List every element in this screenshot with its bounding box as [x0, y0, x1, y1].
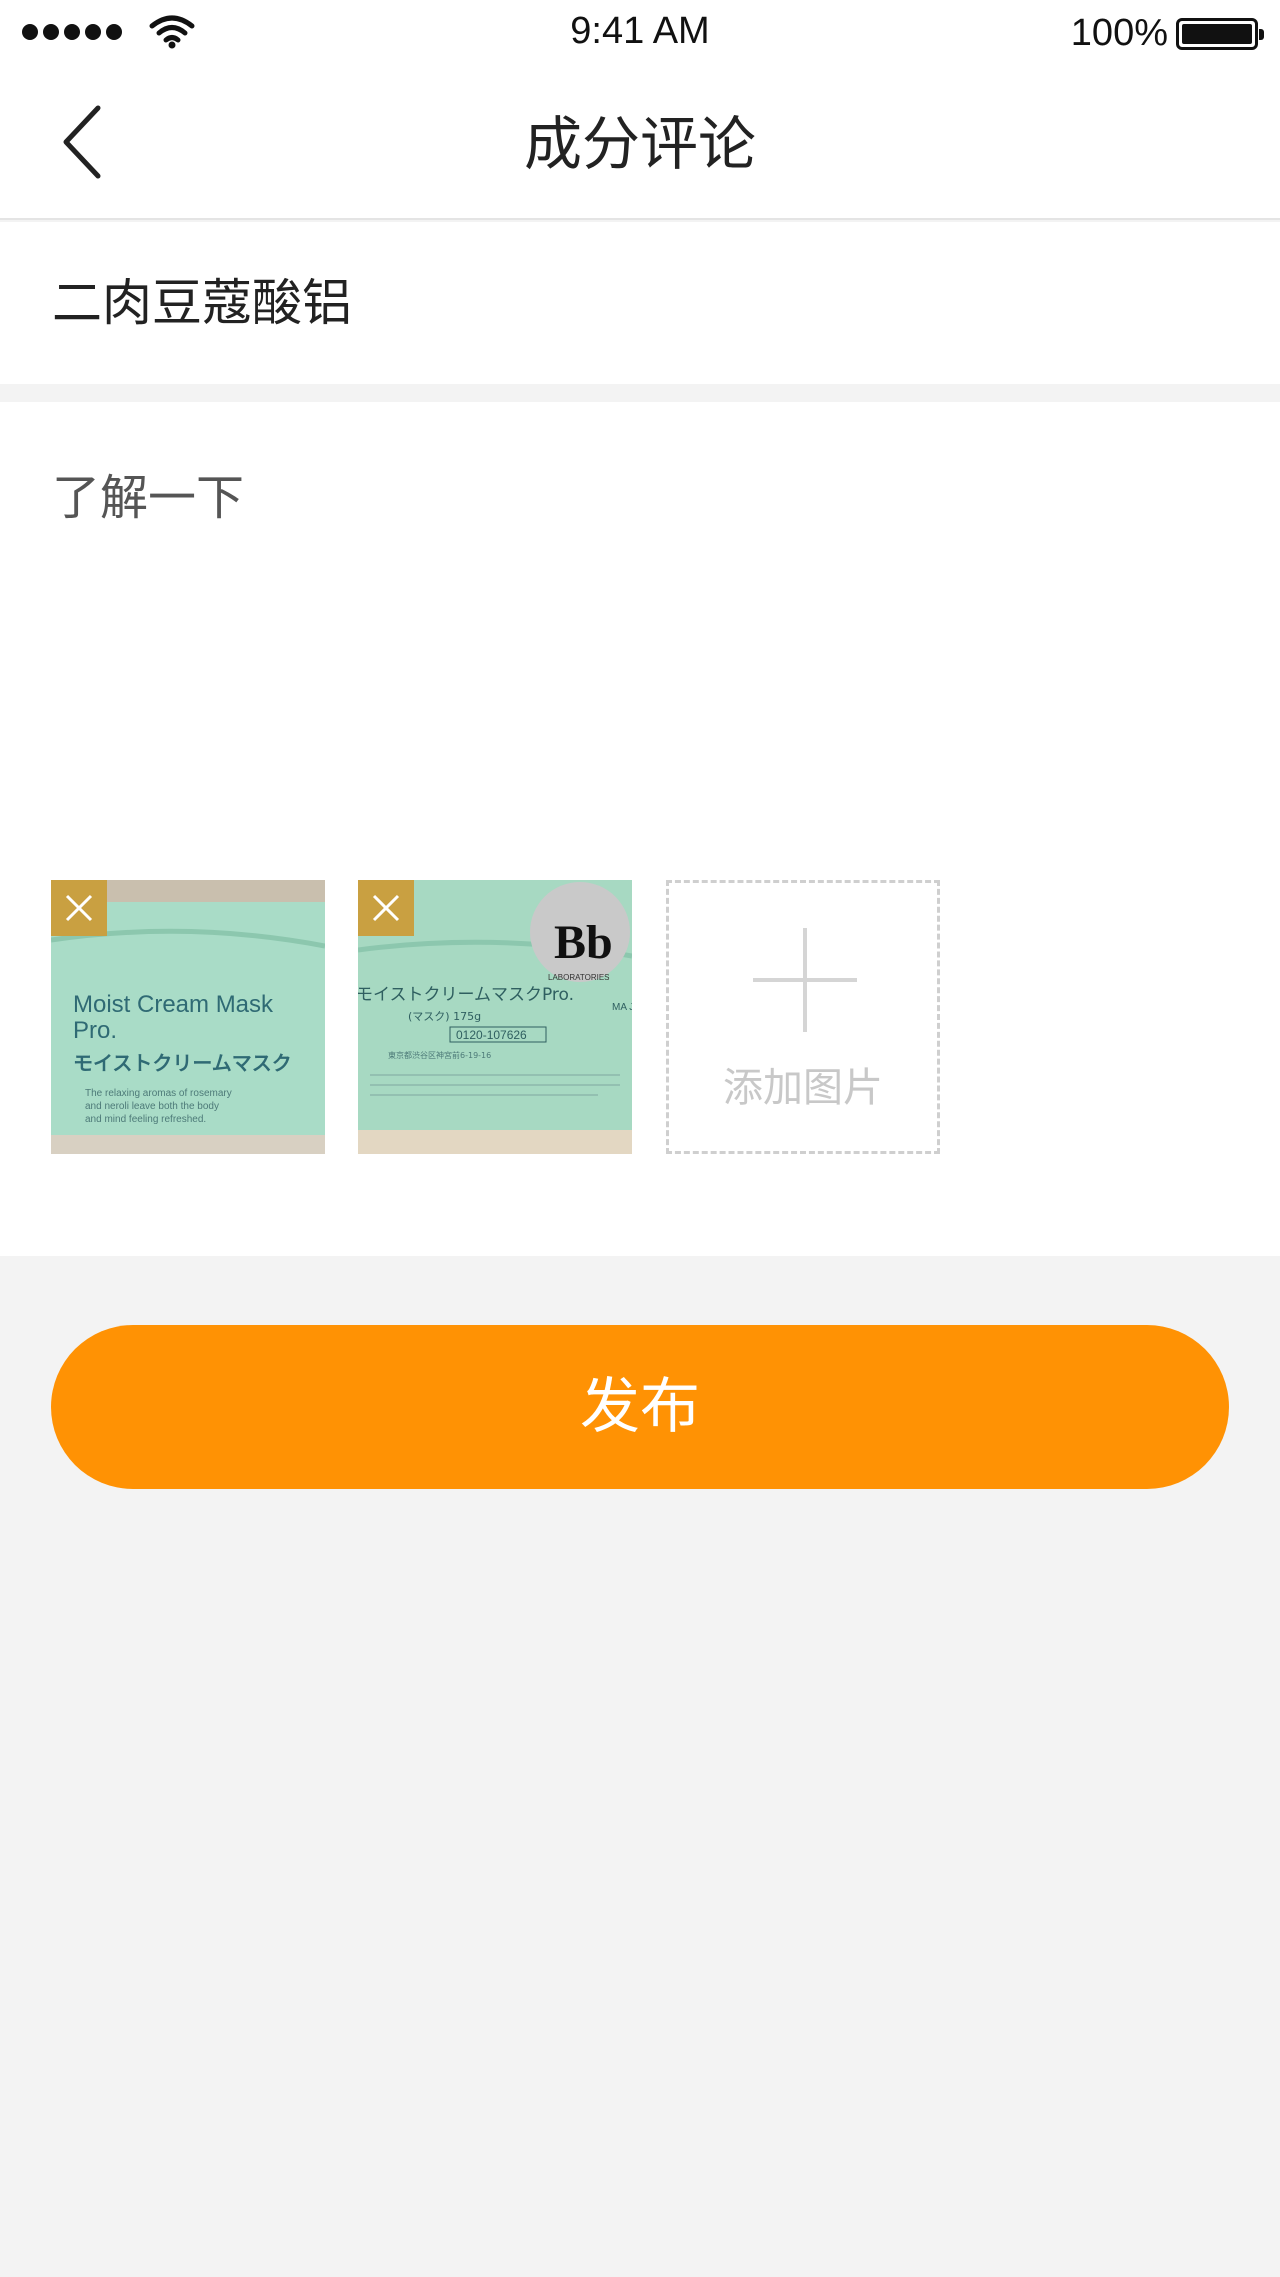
page-title: 成分评论	[523, 110, 756, 178]
publish-button[interactable]: 发布	[51, 1325, 1229, 1489]
ingredient-name: 二肉豆蔻酸铝	[52, 274, 352, 332]
photo-label-text: and mind feeling refreshed.	[85, 1114, 206, 1125]
ingredient-header: 二肉豆蔻酸铝	[0, 222, 1280, 384]
close-icon	[65, 894, 93, 922]
photo-label-text: MA JAPA	[612, 1002, 632, 1013]
status-bar: 9:41 AM 100%	[0, 0, 1280, 68]
add-photo-label: 添加图片	[723, 1065, 883, 1111]
photo-label-text: (マスク) 175g	[408, 1010, 481, 1023]
photo-label-text: and neroli leave both the body	[85, 1101, 219, 1112]
photo-label-text: 東京都渋谷区神宮前6-19-16	[388, 1050, 491, 1060]
plus-icon	[803, 928, 807, 1032]
photo-label-text: Pro.	[73, 1017, 117, 1044]
photo-label-text: モイストクリームマスクPro.	[358, 985, 574, 1005]
photo-label-text: 0120-107626	[456, 1028, 527, 1042]
brand-logo-subtext: LABORATORIES	[548, 973, 610, 982]
add-photo-button[interactable]: 添加图片	[666, 880, 940, 1154]
close-icon	[372, 894, 400, 922]
photo-label-text: モイストクリームマスク	[73, 1051, 292, 1075]
remove-photo-button[interactable]	[51, 880, 107, 936]
photo-thumbnail[interactable]: Bb LABORATORIES モイストクリームマスクPro. (マスク) 17…	[358, 880, 632, 1154]
battery-percentage: 100%	[1070, 12, 1168, 54]
comment-editor[interactable]: 了解一下 Moist Cream Mask Pro. モイストクリームマスク T…	[0, 402, 1280, 1256]
navigation-bar: 成分评论	[0, 68, 1280, 220]
remove-photo-button[interactable]	[358, 880, 414, 936]
photo-label-text: The relaxing aromas of rosemary	[85, 1088, 232, 1099]
battery-icon	[1176, 18, 1264, 50]
comment-input[interactable]: 了解一下	[52, 458, 244, 528]
photo-thumbnail[interactable]: Moist Cream Mask Pro. モイストクリームマスク The re…	[51, 880, 325, 1154]
brand-logo-text: Bb	[554, 916, 613, 969]
photo-label-text: Moist Cream Mask	[73, 991, 274, 1018]
